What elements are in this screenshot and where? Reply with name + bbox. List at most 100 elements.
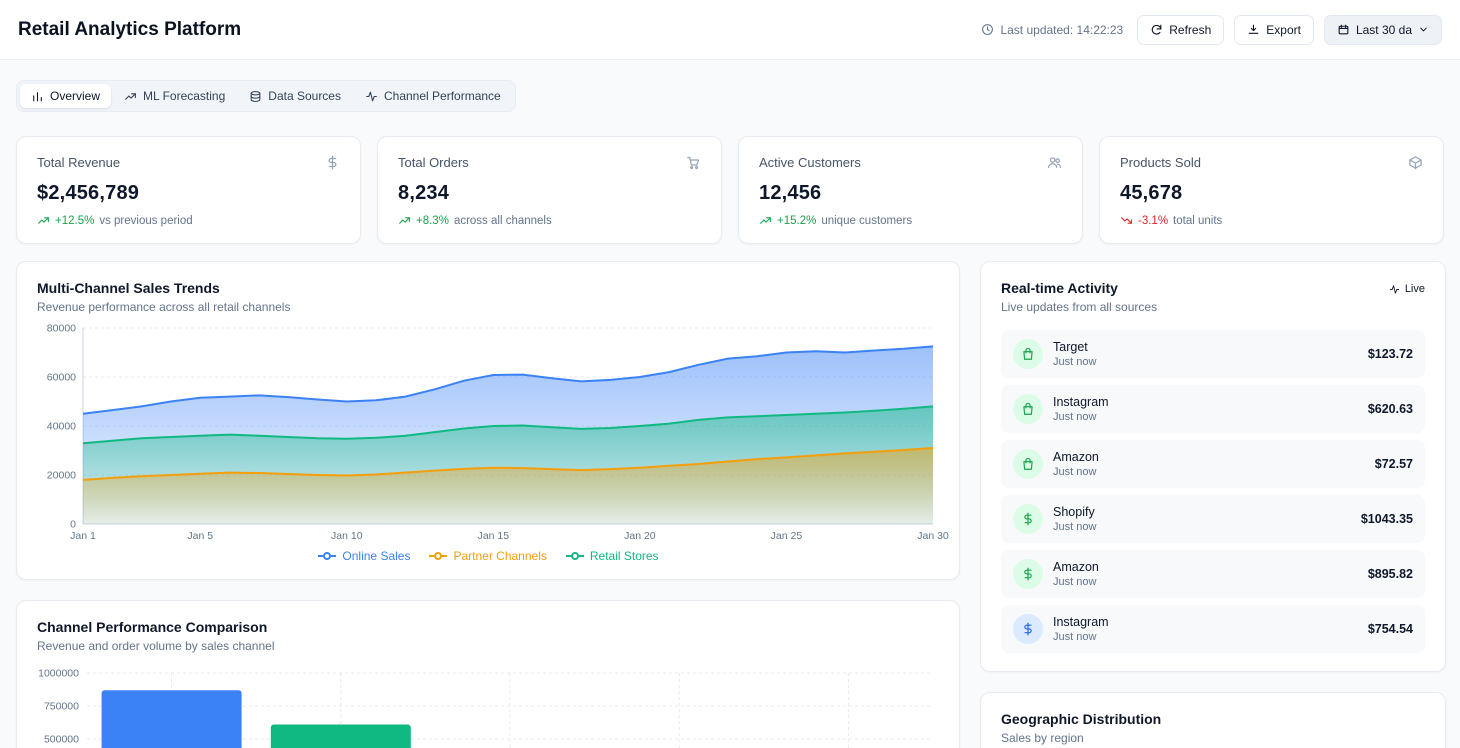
activity-item: ShopifyJust now $1043.35	[1001, 495, 1425, 543]
channel-comparison-subtitle: Revenue and order volume by sales channe…	[37, 639, 939, 653]
bar-chart-icon	[31, 90, 44, 103]
geo-title: Geographic Distribution	[1001, 711, 1425, 727]
activity-time: Just now	[1053, 356, 1358, 368]
svg-text:40000: 40000	[47, 421, 76, 433]
activity-info: InstagramJust now	[1053, 615, 1358, 643]
activity-item: InstagramJust now$754.54	[1001, 605, 1425, 653]
dollar-icon	[1013, 559, 1043, 589]
activity-amount: $895.82	[1368, 567, 1413, 581]
legend-label: Retail Stores	[590, 549, 659, 563]
activity-info: TargetJust now	[1053, 340, 1358, 368]
kpi-delta-row: +8.3%across all channels	[398, 214, 701, 227]
activity-header: Real-time Activity Live updates from all…	[1001, 280, 1425, 314]
kpi-delta-row: +15.2%unique customers	[759, 214, 1062, 227]
content: Multi-Channel Sales Trends Revenue perfo…	[16, 261, 1444, 748]
kpi-delta-note: vs previous period	[99, 215, 192, 227]
svg-text:Jan 1: Jan 1	[70, 530, 96, 542]
tab-ml-forecasting[interactable]: ML Forecasting	[113, 84, 236, 108]
tab-label: Channel Performance	[384, 89, 501, 103]
activity-subtitle: Live updates from all sources	[1001, 300, 1157, 314]
kpi-delta-row: +12.5%vs previous period	[37, 214, 340, 227]
database-icon	[249, 90, 262, 103]
activity-amount: $123.72	[1368, 347, 1413, 361]
main: Overview ML Forecasting Data Sources Channe…	[0, 60, 1460, 748]
date-range-label: Last 30 da	[1356, 23, 1412, 37]
header: Retail Analytics Platform Last updated: …	[0, 0, 1460, 60]
shopping-bag-icon	[1013, 449, 1043, 479]
last-updated: Last updated: 14:22:23	[981, 23, 1123, 37]
svg-text:Jan 30: Jan 30	[917, 530, 949, 542]
kpi-top: Active Customers	[759, 155, 1062, 170]
tab-data-sources[interactable]: Data Sources	[238, 84, 352, 108]
tab-channel-performance[interactable]: Channel Performance	[354, 84, 512, 108]
chart-legend: Online Sales Partner Channels Retail Store…	[37, 549, 939, 563]
activity-info: InstagramJust now	[1053, 395, 1358, 423]
date-range-select[interactable]: Last 30 da	[1324, 15, 1442, 45]
shopping-bag-icon	[1013, 339, 1043, 369]
kpi-top: Total Orders	[398, 155, 701, 170]
left-column: Multi-Channel Sales Trends Revenue perfo…	[16, 261, 960, 748]
kpi-card-total-orders: Total Orders 8,234 +8.3%across all channel…	[377, 136, 722, 244]
activity-info: ShopifyJust now	[1053, 505, 1351, 533]
activity-time: Just now	[1053, 411, 1358, 423]
trending-up-icon	[398, 214, 411, 227]
svg-text:Jan 5: Jan 5	[187, 530, 213, 542]
geo-subtitle: Sales by region	[1001, 731, 1425, 745]
kpi-delta-note: across all channels	[454, 215, 552, 227]
svg-text:500000: 500000	[44, 734, 79, 746]
activity-source: Amazon	[1053, 450, 1365, 464]
sales-trends-card: Multi-Channel Sales Trends Revenue perfo…	[16, 261, 960, 580]
tab-label: ML Forecasting	[143, 89, 225, 103]
legend-label: Partner Channels	[453, 549, 546, 563]
svg-text:80000: 80000	[47, 323, 76, 335]
activity-info: Amazon Just now	[1053, 450, 1365, 478]
refresh-label: Refresh	[1169, 23, 1211, 37]
activity-source: Shopify	[1053, 505, 1351, 519]
activity-amount: $72.57	[1375, 457, 1413, 471]
kpi-delta: +15.2%	[777, 215, 816, 227]
dollar-icon	[1013, 504, 1043, 534]
activity-item: Amazon Just now $72.57	[1001, 440, 1425, 488]
kpi-value: 45,678	[1120, 182, 1423, 205]
kpi-value: 8,234	[398, 182, 701, 205]
activity-list: TargetJust now $123.72 InstagramJust now$6…	[1001, 330, 1425, 653]
legend-item-partner-channels: Partner Channels	[428, 549, 546, 563]
activity-item: InstagramJust now$620.63	[1001, 385, 1425, 433]
svg-text:0: 0	[70, 519, 76, 531]
svg-text:Jan 10: Jan 10	[331, 530, 363, 542]
refresh-button[interactable]: Refresh	[1137, 15, 1224, 45]
activity-amount: $1043.35	[1361, 512, 1413, 526]
activity-icon	[365, 90, 378, 103]
kpi-label: Active Customers	[759, 155, 861, 170]
activity-source: Amazon	[1053, 560, 1358, 574]
svg-text:60000: 60000	[47, 372, 76, 384]
kpi-grid: Total Revenue$2,456,789+12.5%vs previous…	[16, 136, 1444, 244]
activity-titles: Real-time Activity Live updates from all…	[1001, 280, 1157, 314]
activity-time: Just now	[1053, 466, 1365, 478]
legend-label: Online Sales	[342, 549, 410, 563]
page-title: Retail Analytics Platform	[18, 19, 241, 41]
legend-series-icon	[428, 551, 448, 561]
sales-trends-chart: 020000400006000080000Jan 1Jan 5Jan 10Jan…	[37, 322, 939, 547]
activity-item: AmazonJust now$895.82	[1001, 550, 1425, 598]
activity-title: Real-time Activity	[1001, 280, 1157, 296]
right-column: Real-time Activity Live updates from all…	[980, 261, 1446, 748]
tab-overview[interactable]: Overview	[20, 84, 111, 108]
kpi-card-total-revenue: Total Revenue$2,456,789+12.5%vs previous…	[16, 136, 361, 244]
trending-up-icon	[759, 214, 772, 227]
channel-comparison-chart: 02500005000007500001000000	[37, 665, 939, 748]
legend-item-retail-stores: Retail Stores	[565, 549, 659, 563]
kpi-card-products-sold: Products Sold45,678-3.1%total units	[1099, 136, 1444, 244]
dollar-icon	[325, 155, 340, 170]
clock-icon	[981, 23, 994, 36]
geo-card: Geographic Distribution Sales by region	[980, 692, 1446, 748]
kpi-value: $2,456,789	[37, 182, 340, 205]
export-button[interactable]: Export	[1234, 15, 1314, 45]
cart-icon	[686, 155, 701, 170]
live-badge: Live	[1389, 283, 1425, 295]
header-actions: Last updated: 14:22:23 Refresh Export La…	[981, 15, 1442, 45]
channel-comparison-card: Channel Performance Comparison Revenue a…	[16, 600, 960, 748]
activity-source: Instagram	[1053, 615, 1358, 629]
package-icon	[1408, 155, 1423, 170]
svg-text:Jan 25: Jan 25	[771, 530, 803, 542]
